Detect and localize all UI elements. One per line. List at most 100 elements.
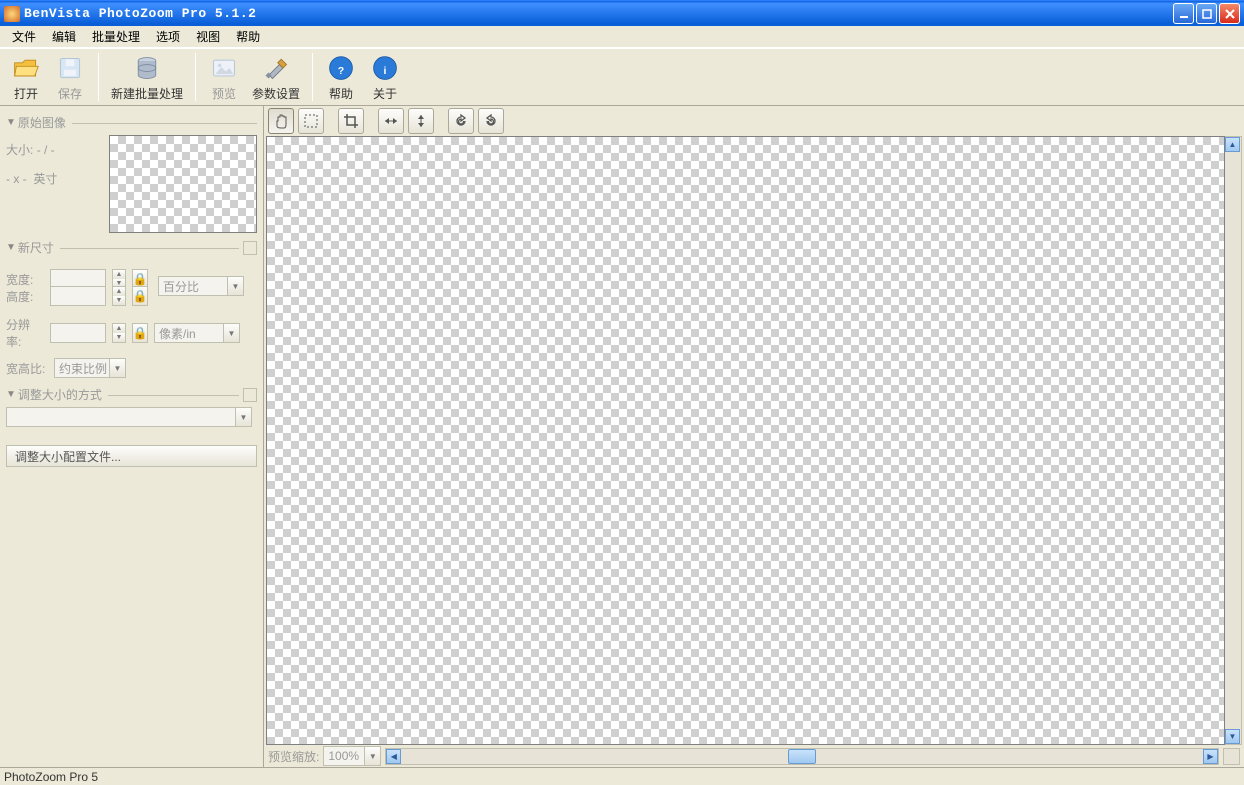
status-text: PhotoZoom Pro 5 [4, 770, 98, 784]
save-floppy-icon [54, 52, 86, 83]
canvas-toolbar [264, 106, 1244, 136]
help-question-icon: ? [325, 52, 357, 83]
main-area: ▼ 原始图像 大小: - / - - x - 英寸 ▼ 新尺寸 宽度: ▲▼ 🔒… [0, 106, 1244, 767]
resize-preset-label: 调整大小配置文件... [15, 448, 121, 465]
scroll-thumb[interactable] [788, 749, 816, 764]
section-options-box[interactable] [243, 388, 257, 402]
size-unit-combo[interactable]: 百分比 ▼ [158, 276, 244, 296]
maximize-button[interactable] [1196, 3, 1217, 24]
resolution-lock-button[interactable]: 🔒 [132, 323, 148, 343]
navigator-thumbnail[interactable] [109, 135, 257, 233]
save-button[interactable]: 保存 [48, 50, 92, 104]
preview-label: 预览 [212, 85, 236, 102]
spin-up-icon: ▲ [113, 324, 125, 333]
toolbar-separator [98, 53, 99, 101]
resolution-input[interactable] [50, 323, 106, 343]
main-toolbar: 打开 保存 新建批量处理 预览 参数设置 [0, 48, 1244, 106]
rotate-left-button[interactable] [448, 108, 474, 134]
save-label: 保存 [58, 85, 82, 102]
resolution-unit-combo[interactable]: 像素/in ▼ [154, 323, 240, 343]
height-lock-button[interactable]: 🔒 [132, 286, 148, 306]
section-original-label: 原始图像 [18, 114, 66, 131]
collapse-triangle-icon: ▼ [6, 117, 16, 128]
scroll-right-icon: ▶ [1203, 749, 1218, 764]
dim-unit: 英寸 [33, 172, 57, 186]
crop-tool-button[interactable] [338, 108, 364, 134]
lock-icon: 🔒 [133, 272, 148, 286]
resolution-label: 分辨率: [6, 316, 44, 350]
dim-value: - x - [6, 172, 27, 186]
preview-bottom-strip: 预览缩放: 100% ▼ ◀ ▶ [264, 745, 1244, 767]
height-spinner[interactable]: ▲▼ [112, 286, 126, 306]
zoom-value: 100% [328, 749, 359, 763]
settings-button[interactable]: 参数设置 [246, 50, 306, 104]
about-button[interactable]: i 关于 [363, 50, 407, 104]
preview-button[interactable]: 预览 [202, 50, 246, 104]
rotate-right-button[interactable] [478, 108, 504, 134]
toolbar-separator [312, 53, 313, 101]
height-input[interactable] [50, 286, 106, 306]
svg-text:i: i [384, 65, 387, 77]
menu-file[interactable]: 文件 [4, 26, 44, 47]
preview-image-icon [208, 52, 240, 83]
title-bar: BenVista PhotoZoom Pro 5.1.2 [0, 0, 1244, 26]
resize-preset-button[interactable]: 调整大小配置文件... [6, 445, 257, 467]
settings-label: 参数设置 [252, 85, 300, 102]
minimize-button[interactable] [1173, 3, 1194, 24]
window-buttons [1173, 3, 1240, 24]
menu-options[interactable]: 选项 [148, 26, 188, 47]
aspect-label: 宽高比: [6, 360, 48, 377]
marquee-tool-button[interactable] [298, 108, 324, 134]
vertical-scrollbar[interactable]: ▲ ▼ [1225, 136, 1242, 745]
size-unit-value: 百分比 [163, 278, 199, 295]
menu-view[interactable]: 视图 [188, 26, 228, 47]
scroll-down-icon: ▼ [1225, 729, 1240, 744]
open-button[interactable]: 打开 [4, 50, 48, 104]
spin-up-icon: ▲ [113, 287, 125, 296]
menu-batch[interactable]: 批量处理 [84, 26, 148, 47]
menu-edit[interactable]: 编辑 [44, 26, 84, 47]
lock-icon: 🔒 [133, 289, 148, 303]
resolution-spinner[interactable]: ▲▼ [112, 323, 126, 343]
resize-method-combo[interactable]: ▼ [6, 407, 252, 427]
help-button[interactable]: ? 帮助 [319, 50, 363, 104]
chevron-down-icon: ▼ [235, 408, 251, 426]
flip-horizontal-button[interactable] [378, 108, 404, 134]
app-icon [4, 6, 20, 22]
section-resize-method[interactable]: ▼ 调整大小的方式 [6, 386, 257, 403]
zoom-combo[interactable]: 100% ▼ [323, 746, 381, 766]
about-label: 关于 [373, 85, 397, 102]
preview-canvas[interactable] [266, 136, 1225, 745]
open-folder-icon [10, 52, 42, 83]
canvas-wrap: ▲ ▼ [266, 136, 1242, 745]
close-icon [1225, 9, 1235, 19]
crop-icon [343, 113, 359, 129]
chevron-down-icon: ▼ [364, 747, 380, 765]
section-new-size[interactable]: ▼ 新尺寸 [6, 239, 257, 256]
aspect-combo[interactable]: 约束比例 ▼ [54, 358, 126, 378]
status-bar: PhotoZoom Pro 5 [0, 767, 1244, 785]
new-batch-label: 新建批量处理 [111, 85, 183, 102]
menu-help[interactable]: 帮助 [228, 26, 268, 47]
size-label: 大小: [6, 143, 33, 157]
height-label: 高度: [6, 288, 44, 305]
flip-h-icon [383, 113, 399, 129]
help-label: 帮助 [329, 85, 353, 102]
horizontal-scrollbar[interactable]: ◀ ▶ [385, 748, 1219, 765]
hand-icon [273, 113, 289, 129]
section-original-image[interactable]: ▼ 原始图像 [6, 114, 257, 131]
zoom-label: 预览缩放: [268, 748, 319, 765]
flip-vertical-button[interactable] [408, 108, 434, 134]
rotate-ccw-icon [453, 113, 469, 129]
resolution-unit-value: 像素/in [159, 325, 196, 342]
original-info-row: 大小: - / - - x - 英寸 [6, 135, 257, 233]
aspect-value: 约束比例 [59, 360, 107, 377]
size-value: - / - [37, 143, 55, 157]
database-stack-icon [131, 52, 163, 83]
close-button[interactable] [1219, 3, 1240, 24]
new-batch-button[interactable]: 新建批量处理 [105, 50, 189, 104]
hand-tool-button[interactable] [268, 108, 294, 134]
section-options-box[interactable] [243, 241, 257, 255]
section-newsize-label: 新尺寸 [18, 239, 54, 256]
spin-down-icon: ▼ [113, 333, 125, 342]
